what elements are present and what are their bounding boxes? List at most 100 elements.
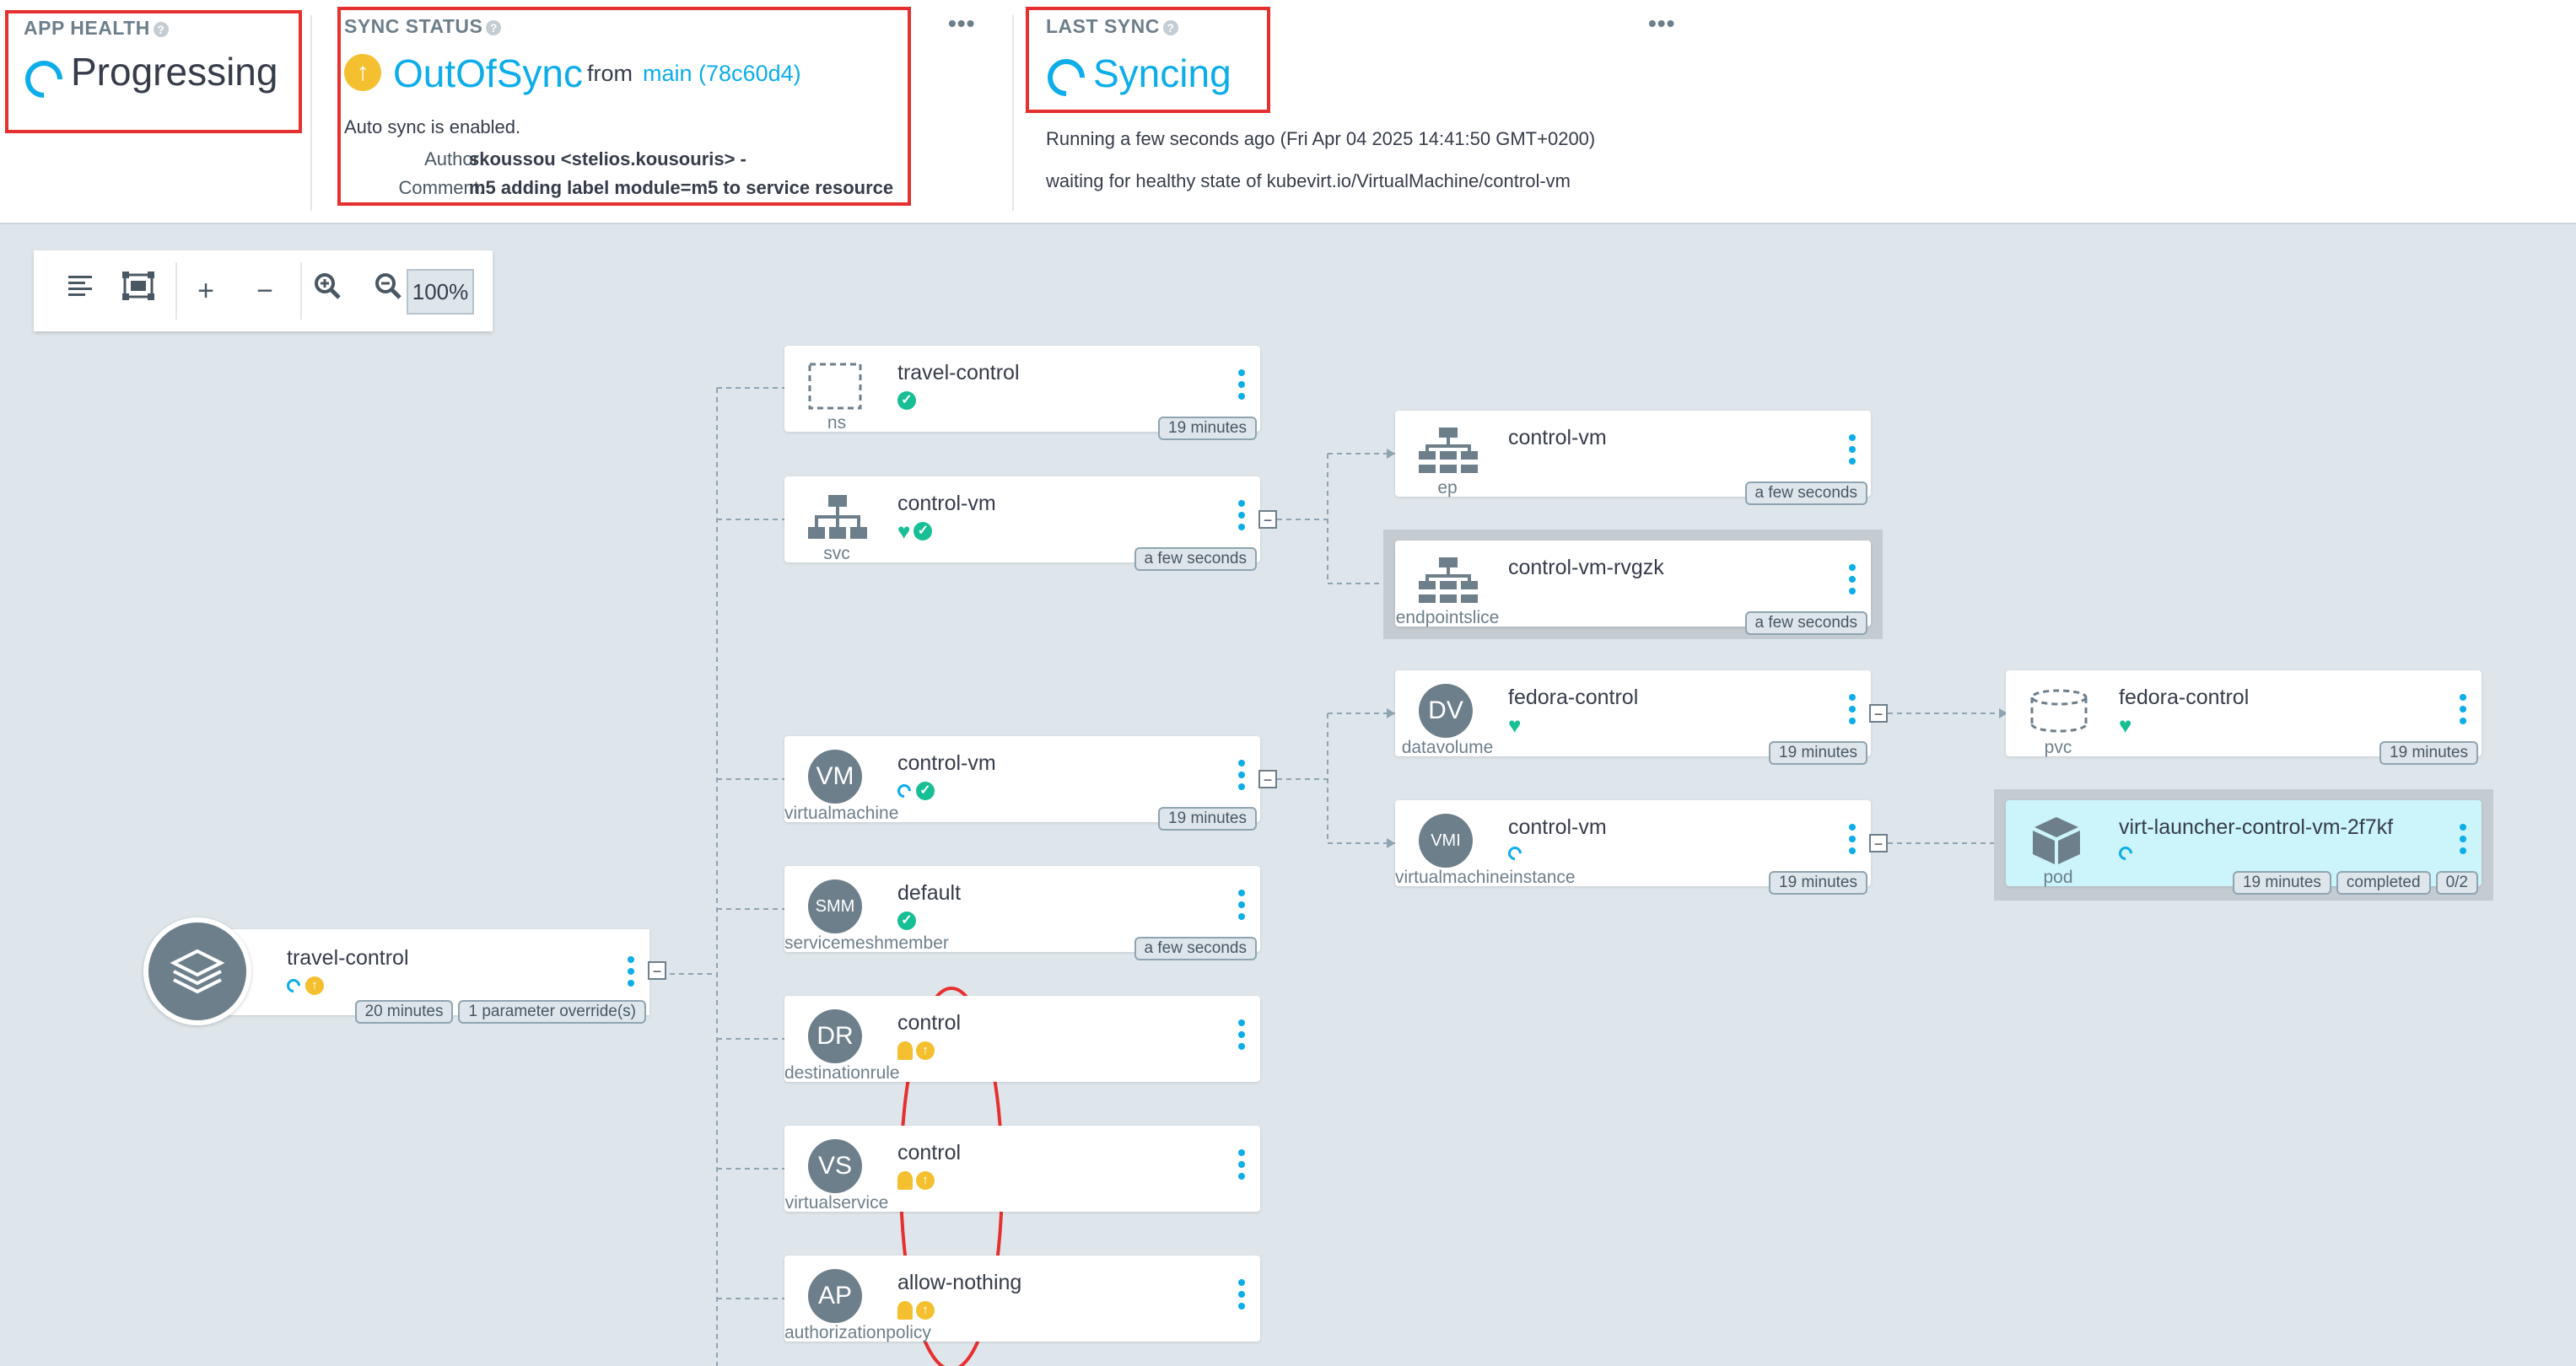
age-chip: a few seconds (1134, 547, 1257, 571)
app-node[interactable]: travel-control ↑ 20 minutes 1 parameter … (143, 917, 666, 1025)
resource-node-ep[interactable]: ep control-vm a few seconds (1395, 411, 1871, 505)
missing-icon (897, 1301, 913, 1320)
resource-kind: pvc (2044, 738, 2072, 757)
namespace-icon (808, 359, 862, 413)
resource-name: fedora-control (2119, 686, 2250, 709)
app-node-collapse-button[interactable]: − (648, 961, 666, 980)
missing-icon (897, 1041, 913, 1060)
resource-node-endpointslice[interactable]: endpointslice control-vm-rvgzk a few sec… (1395, 540, 1871, 635)
resource-menu-icon[interactable] (2460, 824, 2466, 859)
resource-status: ♥ ✓ (897, 519, 935, 544)
node-collapse-button[interactable]: − (1869, 704, 1888, 723)
resource-node-virtualservice[interactable]: VS virtualservice control ↑ (784, 1126, 1260, 1213)
resource-node-datavolume[interactable]: DV datavolume fedora-control ♥ 19 minute… (1395, 670, 1888, 765)
resource-kind: datavolume (1401, 738, 1494, 757)
node-collapse-button[interactable]: − (1258, 510, 1277, 529)
resource-menu-icon[interactable] (1238, 760, 1245, 795)
age-chip: 19 minutes (2379, 741, 2478, 765)
resource-chips: a few seconds (1134, 547, 1257, 571)
virtualmachine-icon: VM (808, 750, 862, 804)
endpointslice-icon (1419, 554, 1478, 608)
resource-node-svc[interactable]: svc control-vm ♥ ✓ a few seconds − (784, 476, 1277, 571)
resource-name: control-vm (1508, 426, 1607, 449)
age-chip: a few seconds (1744, 611, 1867, 635)
resource-status: ✓ (897, 391, 919, 413)
resource-kind: endpointslice (1395, 608, 1500, 627)
resource-kind: pod (2043, 868, 2073, 887)
authorizationpolicy-icon: AP (808, 1269, 862, 1323)
out-of-sync-icon: ↑ (916, 1041, 935, 1060)
app-node-status: ↑ (283, 976, 327, 998)
resource-node-pod[interactable]: pod virt-launcher-control-vm-2f7kf 19 mi… (2006, 800, 2482, 895)
resource-chips: 19 minutes (1158, 807, 1257, 831)
resource-node-destinationrule[interactable]: DR destinationrule control ↑ (784, 996, 1260, 1083)
resource-status: ↑ (897, 1041, 938, 1063)
node-collapse-button[interactable]: − (1869, 834, 1888, 852)
age-chip: 19 minutes (1158, 417, 1257, 440)
resource-name: control-vm (1508, 815, 1607, 839)
resource-kind: destinationrule (784, 1063, 900, 1083)
resource-status: ✓ (897, 912, 919, 933)
app-node-body[interactable]: travel-control ↑ 20 minutes 1 parameter … (197, 929, 649, 1024)
resource-status (1505, 843, 1527, 868)
app-node-menu-icon[interactable] (628, 956, 634, 992)
resource-menu-icon[interactable] (1849, 564, 1856, 600)
resource-kind: servicemeshmember (784, 933, 949, 953)
resource-menu-icon[interactable] (1238, 890, 1245, 925)
age-chip: a few seconds (1134, 937, 1257, 960)
resource-menu-icon[interactable] (1238, 1019, 1245, 1055)
progressing-icon (283, 976, 304, 996)
resource-status (2115, 843, 2137, 868)
resource-menu-icon[interactable] (2460, 694, 2466, 729)
resource-menu-icon[interactable] (1849, 434, 1856, 470)
resource-chips: 19 minutes (2379, 741, 2478, 765)
resource-node-authorizationpolicy[interactable]: AP authorizationpolicy allow-nothing ↑ (784, 1256, 1260, 1342)
resource-chips: 19 minutes (1158, 417, 1257, 440)
synced-icon: ✓ (897, 391, 916, 410)
age-chip: a few seconds (1744, 481, 1867, 505)
app-icon (143, 917, 251, 1025)
resource-menu-icon[interactable] (1849, 824, 1856, 859)
resource-name: control-vm (897, 492, 996, 515)
resource-menu-icon[interactable] (1849, 694, 1856, 729)
synced-icon: ✓ (897, 912, 916, 930)
resource-node-ns[interactable]: ns travel-control ✓ 19 minutes (784, 346, 1260, 440)
resource-menu-icon[interactable] (1238, 1279, 1245, 1315)
out-of-sync-icon: ↑ (916, 1171, 935, 1190)
pod-icon (2029, 814, 2083, 868)
pvc-icon (2029, 684, 2088, 738)
resource-node-servicemeshmember[interactable]: SMM servicemeshmember default ✓ a few se… (784, 866, 1260, 960)
synced-icon: ✓ (913, 522, 933, 540)
age-chip: 19 minutes (1769, 741, 1867, 765)
resource-menu-icon[interactable] (1238, 1149, 1245, 1185)
age-chip: 19 minutes (1158, 807, 1257, 831)
resource-node-pvc[interactable]: pvc fedora-control ♥ 19 minutes (2006, 670, 2482, 765)
resource-status: ♥ (2119, 714, 2135, 738)
service-icon (808, 490, 867, 544)
synced-icon: ✓ (916, 782, 935, 800)
progressing-icon (1505, 843, 1525, 863)
resource-menu-icon[interactable] (1238, 500, 1245, 535)
resource-chips: a few seconds (1134, 937, 1257, 960)
resource-node-virtualmachineinstance[interactable]: VMI virtualmachineinstance control-vm 19… (1395, 800, 1888, 895)
out-of-sync-icon: ↑ (305, 976, 324, 995)
virtualmachineinstance-icon: VMI (1419, 814, 1473, 868)
resource-name: control (897, 1011, 962, 1035)
resource-name: allow-nothing (897, 1271, 1022, 1294)
out-of-sync-icon: ↑ (916, 1301, 935, 1320)
resource-kind: virtualmachineinstance (1395, 868, 1576, 887)
resource-node-virtualmachine[interactable]: VM virtualmachine control-vm ✓ 19 minute… (784, 736, 1277, 831)
node-collapse-button[interactable]: − (1258, 770, 1277, 788)
datavolume-icon: DV (1419, 684, 1473, 738)
servicemeshmember-icon: SMM (808, 879, 862, 933)
healthy-icon: ♥ (897, 519, 911, 544)
resource-chips: 19 minutes (1769, 871, 1867, 895)
resource-kind: authorizationpolicy (784, 1323, 931, 1342)
resource-status: ↑ (897, 1301, 938, 1323)
resource-menu-icon[interactable] (1238, 369, 1245, 405)
resource-name: travel-control (897, 361, 1020, 385)
app-node-name: travel-control (287, 946, 409, 970)
progressing-icon (894, 781, 914, 801)
resource-kind: virtualmachine (784, 804, 899, 823)
resource-name: control-vm-rvgzk (1508, 556, 1664, 579)
